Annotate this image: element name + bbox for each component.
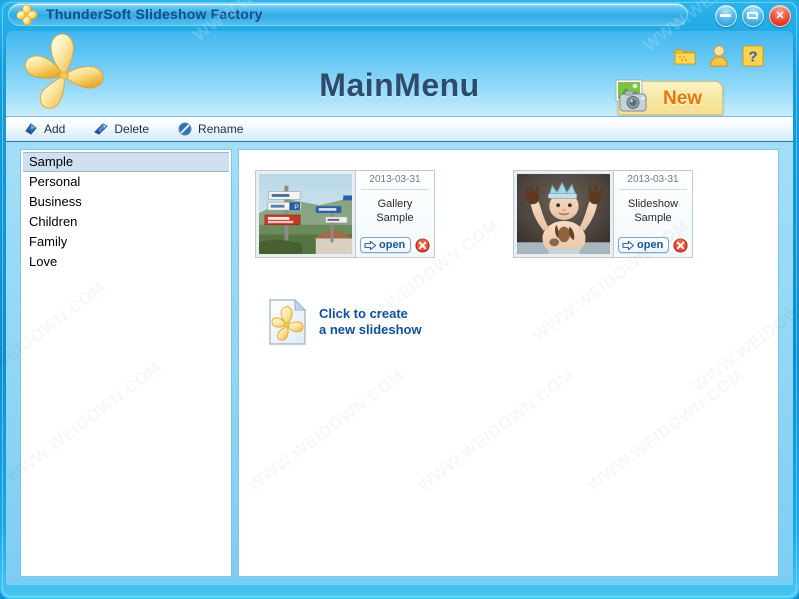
window-controls: ✕ — [715, 5, 791, 27]
slideshow-content-panel: P — [238, 149, 779, 577]
sidebar-item-sample[interactable]: Sample — [23, 152, 229, 172]
card-title-line1: Slideshow — [628, 198, 678, 210]
watermark: WWW.WEIDOWN.COM — [689, 266, 799, 396]
open-button[interactable]: open — [360, 237, 411, 253]
card-thumbnail[interactable] — [513, 170, 614, 258]
sidebar-item-business[interactable]: Business — [23, 192, 229, 212]
folder-icon[interactable] — [673, 43, 697, 69]
watermark: WWW.WEIDOWN.COM — [584, 366, 748, 496]
create-new-line2: a new slideshow — [319, 322, 422, 337]
create-new-slideshow[interactable]: Click to create a new slideshow — [267, 298, 422, 346]
card-date: 2013-03-31 — [356, 174, 434, 185]
delete-card-icon[interactable] — [415, 238, 430, 253]
minimize-button[interactable] — [715, 5, 737, 27]
svg-text:?: ? — [748, 49, 757, 66]
card-title-line2: Sample — [634, 212, 671, 224]
delete-icon — [93, 121, 109, 137]
svg-text:P: P — [294, 204, 299, 211]
create-new-line1: Click to create — [319, 306, 408, 321]
open-button-label: open — [637, 239, 663, 251]
help-icon[interactable]: ? — [741, 43, 765, 69]
delete-card-icon[interactable] — [673, 238, 688, 253]
close-icon: ✕ — [770, 6, 790, 26]
card-title: Slideshow Sample — [614, 197, 692, 225]
card-info: 2013-03-31 Gallery Sample open — [356, 170, 435, 258]
user-icon[interactable] — [707, 43, 731, 69]
sidebar-item-children[interactable]: Children — [23, 212, 229, 232]
header-banner: MainMenu ? — [6, 31, 793, 116]
card-thumbnail[interactable]: P — [255, 170, 356, 258]
card-divider — [361, 189, 429, 190]
close-button[interactable]: ✕ — [769, 5, 791, 27]
title-bar: ThunderSoft Slideshow Factory ✕ — [0, 0, 799, 30]
new-slideshow-button[interactable]: New — [618, 81, 723, 115]
card-info: 2013-03-31 Slideshow Sample open — [614, 170, 693, 258]
application-window: ThunderSoft Slideshow Factory ✕ — [0, 0, 799, 599]
add-button[interactable]: Add — [20, 120, 68, 138]
sidebar-item-family[interactable]: Family — [23, 232, 229, 252]
arrow-right-icon — [622, 240, 635, 251]
card-date: 2013-03-31 — [614, 174, 692, 185]
card-divider — [619, 189, 687, 190]
slideshow-card[interactable]: 2013-03-31 Slideshow Sample open — [513, 170, 693, 258]
slideshow-card-list: P — [255, 170, 693, 258]
photo-camera-icon — [610, 76, 658, 116]
minimize-icon — [720, 14, 731, 17]
new-document-flower-icon — [267, 298, 309, 346]
delete-button-label: Delete — [114, 122, 149, 136]
new-button-label: New — [663, 88, 702, 110]
card-title-line2: Sample — [376, 212, 413, 224]
category-list-panel: Sample Personal Business Children Family… — [20, 149, 232, 577]
rename-button[interactable]: Rename — [174, 120, 246, 138]
header-icon-group: ? — [673, 43, 765, 69]
sidebar-item-love[interactable]: Love — [23, 252, 229, 272]
maximize-button[interactable] — [742, 5, 764, 27]
arrow-right-icon — [364, 240, 377, 251]
card-title-line1: Gallery — [378, 198, 413, 210]
sidebar-item-personal[interactable]: Personal — [23, 172, 229, 192]
slideshow-card[interactable]: P — [255, 170, 435, 258]
rename-icon — [177, 121, 193, 137]
maximize-icon — [747, 12, 758, 19]
flower-logo-icon — [16, 4, 38, 26]
create-new-label: Click to create a new slideshow — [319, 306, 422, 338]
body-area: Sample Personal Business Children Family… — [6, 142, 793, 585]
baby-with-crown-photo — [517, 174, 610, 254]
card-title: Gallery Sample — [356, 197, 434, 225]
open-button[interactable]: open — [618, 237, 669, 253]
card-actions: open — [360, 237, 430, 253]
add-button-label: Add — [44, 122, 65, 136]
street-signpost-photo: P — [259, 174, 352, 254]
add-icon — [23, 121, 39, 137]
watermark: WWW.WEIDOWN.COM — [245, 366, 409, 496]
toolbar: Add Delete Rename — [6, 116, 793, 142]
card-actions: open — [618, 237, 688, 253]
rename-button-label: Rename — [198, 122, 243, 136]
window-title: ThunderSoft Slideshow Factory — [46, 6, 263, 22]
delete-button[interactable]: Delete — [90, 120, 152, 138]
open-button-label: open — [379, 239, 405, 251]
watermark: WWW.WEIDOWN.COM — [414, 366, 578, 496]
